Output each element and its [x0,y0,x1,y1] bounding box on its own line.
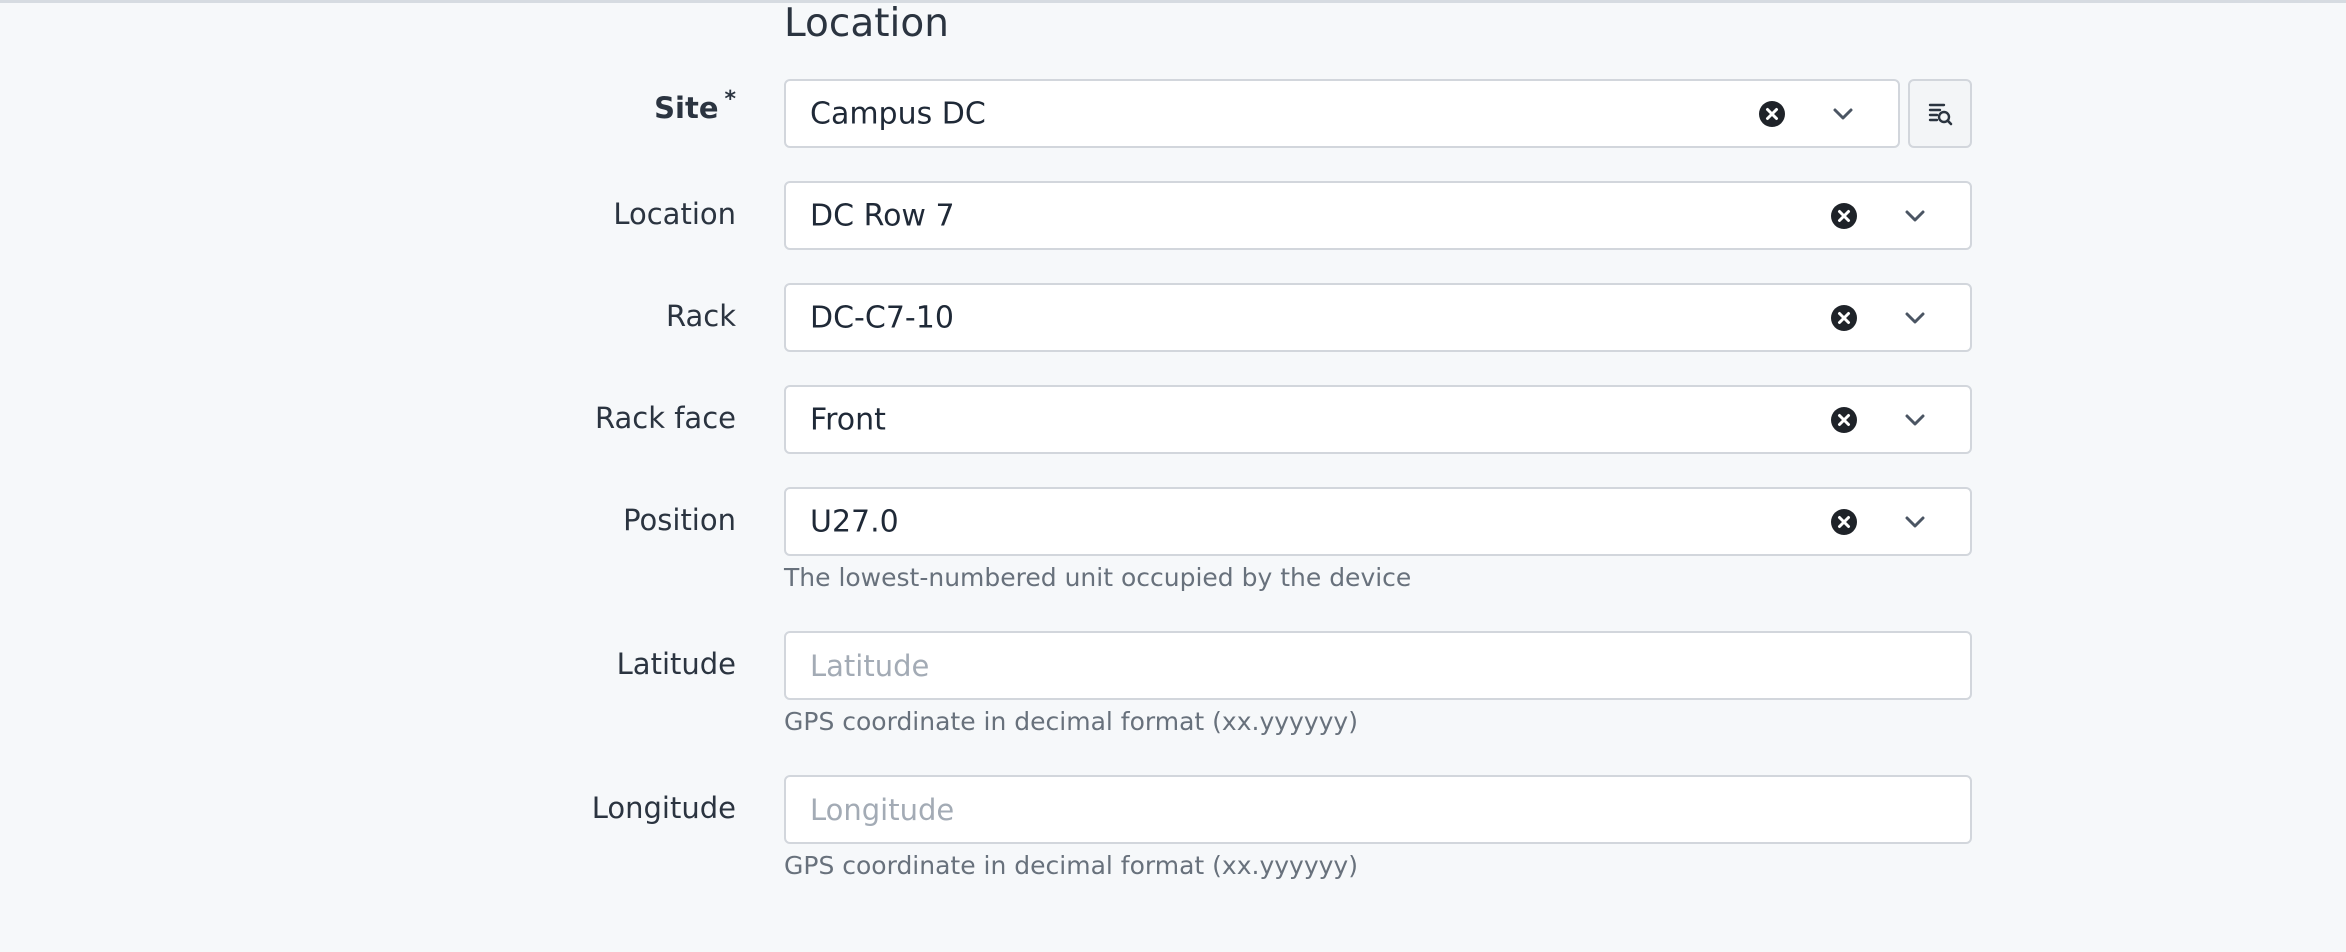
longitude-help-text: GPS coordinate in decimal format (xx.yyy… [784,851,1358,880]
chevron-down-icon[interactable] [1902,203,1928,229]
location-label: Location [613,197,736,231]
section-title: Location [784,1,949,46]
position-select-value: U27.0 [810,504,899,539]
chevron-down-icon[interactable] [1902,407,1928,433]
required-asterisk: * [724,87,736,112]
rack-label: Rack [665,299,736,333]
rack-face-select-value: Front [810,402,886,437]
site-label: Site * [654,87,736,125]
clear-icon[interactable] [1830,508,1858,536]
clear-icon[interactable] [1830,202,1858,230]
chevron-down-icon[interactable] [1902,509,1928,535]
position-label: Position [623,503,736,537]
chevron-down-icon[interactable] [1830,101,1856,127]
latitude-label: Latitude [616,647,736,681]
clear-icon[interactable] [1830,304,1858,332]
longitude-input[interactable] [786,777,1970,842]
location-select-value: DC Row 7 [810,198,955,233]
rack-select-value: DC-C7-10 [810,300,954,335]
rack-face-select[interactable]: Front [784,385,1972,454]
top-divider [0,0,2346,3]
site-label-text: Site [654,91,719,125]
rack-select[interactable]: DC-C7-10 [784,283,1972,352]
position-help-text: The lowest-numbered unit occupied by the… [784,563,1412,592]
site-select[interactable]: Campus DC [784,79,1900,148]
location-select[interactable]: DC Row 7 [784,181,1972,250]
chevron-down-icon[interactable] [1902,305,1928,331]
latitude-help-text: GPS coordinate in decimal format (xx.yyy… [784,707,1358,736]
rack-face-label: Rack face [594,401,736,435]
site-select-value: Campus DC [810,96,986,131]
clear-icon[interactable] [1830,406,1858,434]
longitude-field[interactable] [784,775,1972,844]
longitude-label: Longitude [591,791,736,825]
latitude-field[interactable] [784,631,1972,700]
object-selector-icon [1928,103,1953,125]
latitude-input[interactable] [786,633,1970,698]
site-selector-button[interactable] [1908,79,1972,148]
position-select[interactable]: U27.0 [784,487,1972,556]
clear-icon[interactable] [1758,100,1786,128]
